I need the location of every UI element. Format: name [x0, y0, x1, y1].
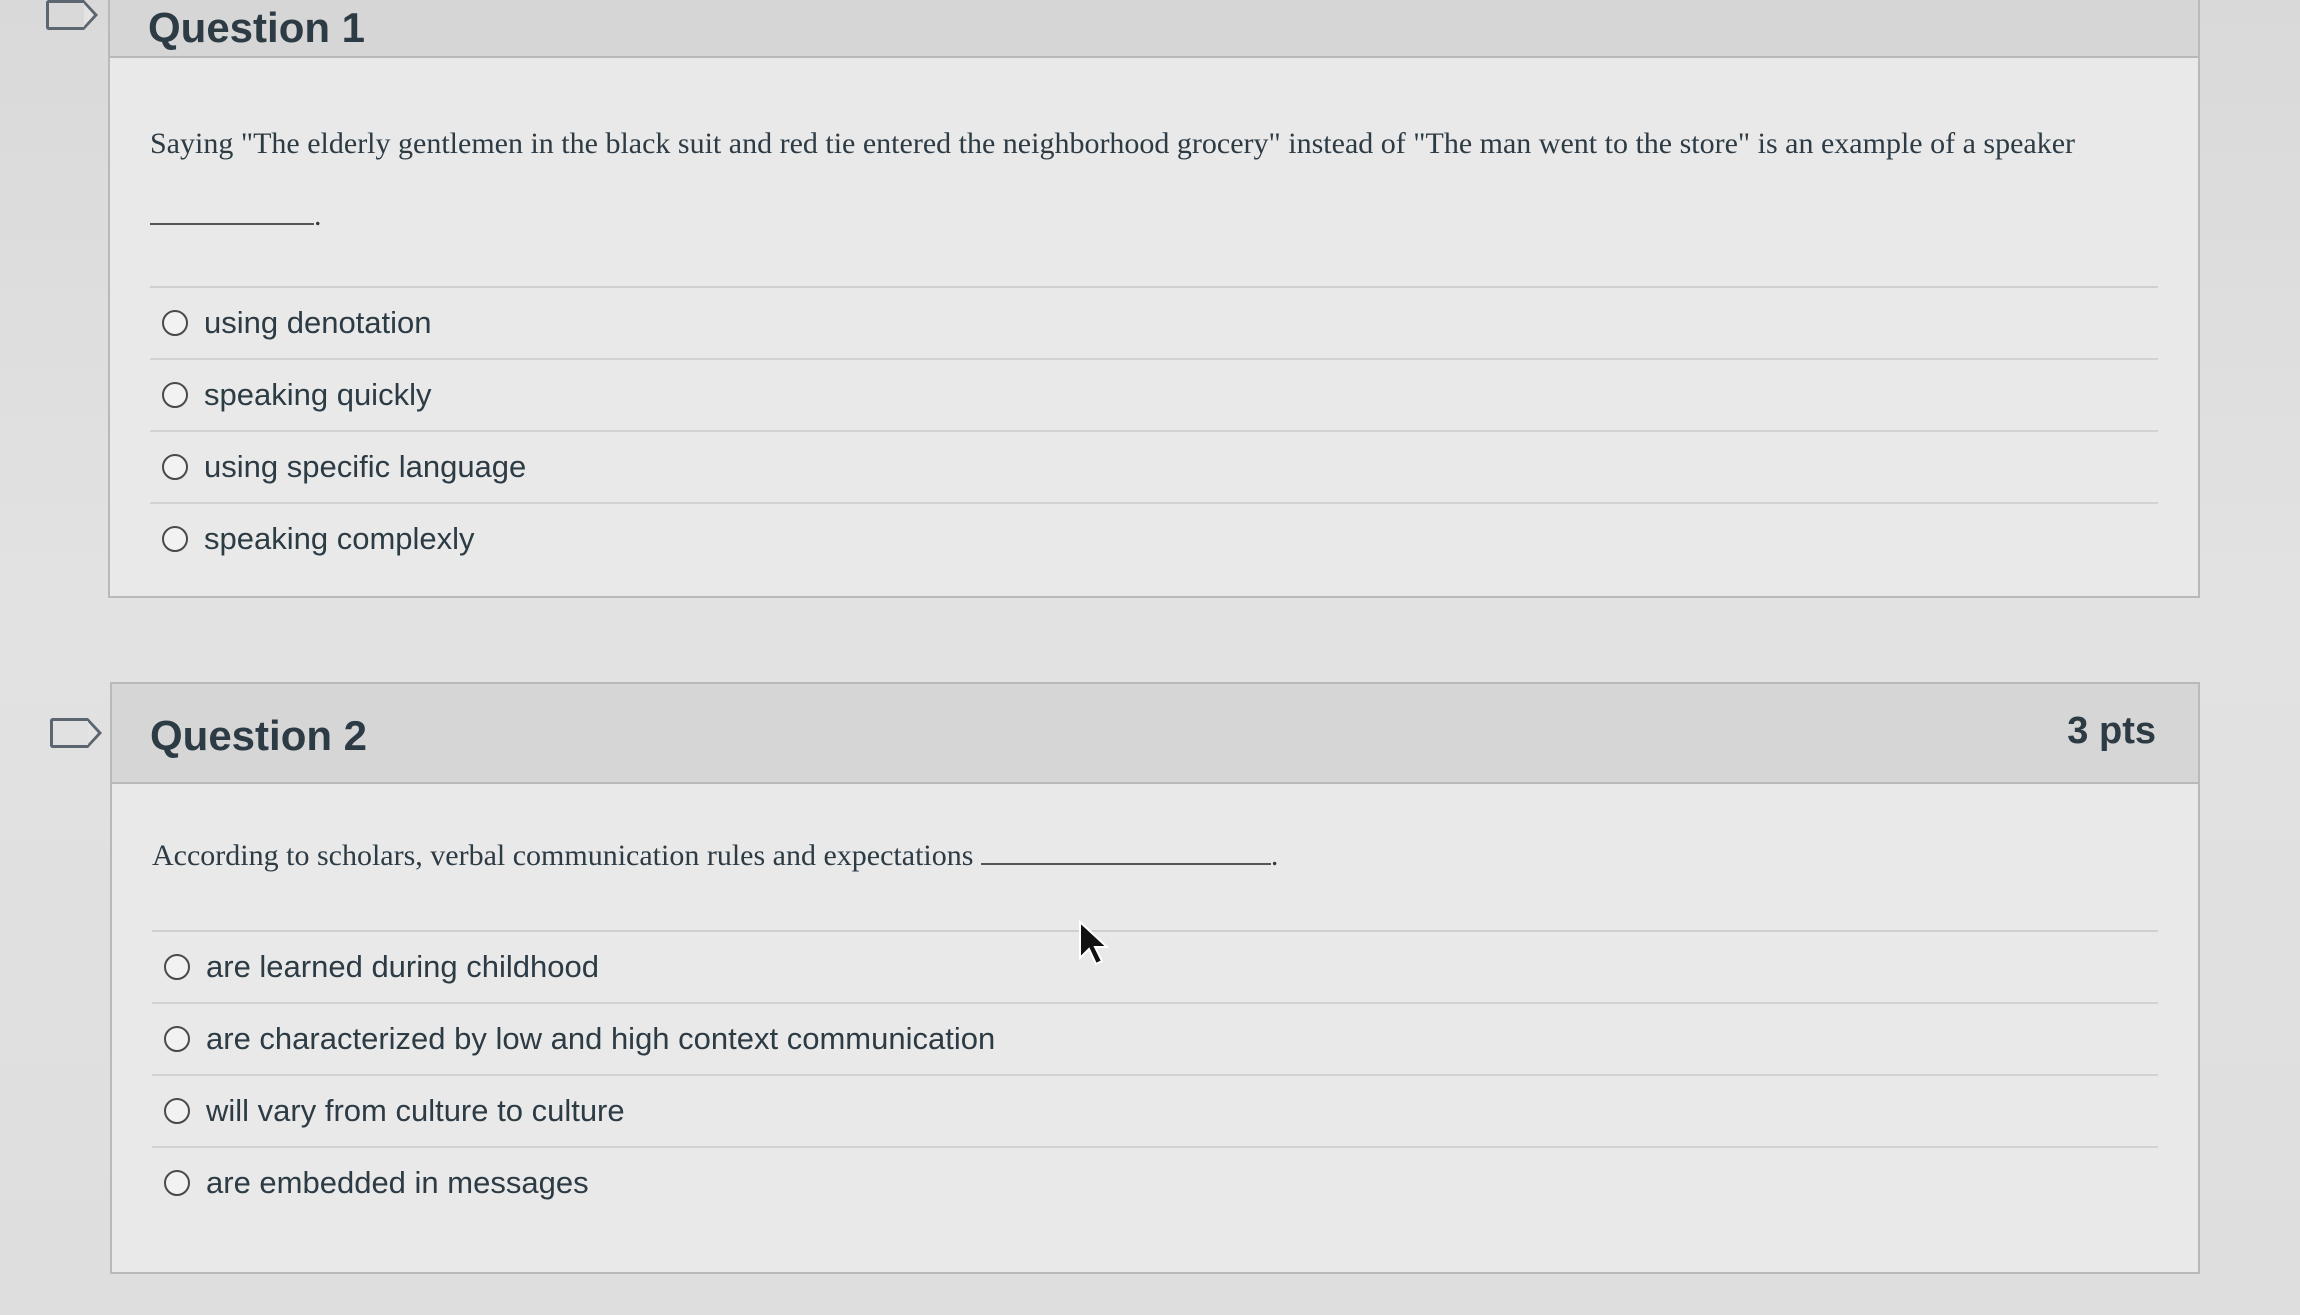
answer-label: using specific language [204, 449, 527, 484]
answer-label: will vary from culture to culture [206, 1093, 625, 1128]
question-2-answer[interactable]: are characterized by low and high contex… [152, 1004, 2158, 1076]
question-1-header: Question 1 [110, 0, 2198, 58]
mouse-pointer-icon [1079, 920, 1110, 966]
radio-button-icon[interactable] [162, 310, 188, 336]
question-2-answer[interactable]: will vary from culture to culture [152, 1076, 2158, 1148]
question-2-text: According to scholars, verbal communicat… [152, 834, 2158, 878]
question-2-period: . [1270, 839, 1279, 872]
question-1-prompt: Saying "The elderly gentlemen in the bla… [150, 127, 2076, 160]
question-1-text: Saying "The elderly gentlemen in the bla… [150, 108, 2158, 252]
radio-button-icon[interactable] [164, 1170, 190, 1196]
question-2-card: Question 2 3 pts According to scholars, … [110, 682, 2200, 1274]
question-2-blank [980, 835, 1271, 865]
answer-label: using denotation [204, 305, 432, 340]
question-1-blank [150, 195, 314, 225]
radio-button-icon[interactable] [164, 1098, 190, 1124]
question-2-answers: are learned during childhood are charact… [152, 930, 2158, 1218]
radio-button-icon[interactable] [162, 526, 188, 552]
radio-button-icon[interactable] [164, 1026, 190, 1052]
question-2-points: 3 pts [2067, 710, 2156, 752]
question-2-body: According to scholars, verbal communicat… [112, 784, 2198, 1248]
question-1-title: Question 1 [148, 4, 366, 51]
quiz-page: Question 1 Saying "The elderly gentlemen… [0, 0, 2300, 1315]
question-1-answers: using denotation speaking quickly using … [150, 286, 2158, 574]
flag-question-1-icon[interactable] [46, 0, 98, 30]
question-1-card: Question 1 Saying "The elderly gentlemen… [108, 0, 2200, 598]
question-1-answer[interactable]: speaking complexly [150, 504, 2158, 574]
answer-label: are learned during childhood [206, 949, 599, 984]
question-2-prompt: According to scholars, verbal communicat… [152, 839, 974, 872]
question-1-body: Saying "The elderly gentlemen in the bla… [110, 58, 2198, 604]
question-1-answer[interactable]: using denotation [150, 288, 2158, 360]
question-2-answer[interactable]: are embedded in messages [152, 1148, 2158, 1218]
answer-label: speaking complexly [204, 521, 475, 556]
radio-button-icon[interactable] [164, 954, 190, 980]
question-1-answer[interactable]: using specific language [150, 432, 2158, 504]
question-2-header: Question 2 3 pts [112, 684, 2198, 784]
answer-label: are embedded in messages [206, 1165, 589, 1200]
question-2-answer[interactable]: are learned during childhood [152, 932, 2158, 1004]
radio-button-icon[interactable] [162, 382, 188, 408]
question-2-title: Question 2 [150, 712, 368, 759]
question-1-answer[interactable]: speaking quickly [150, 360, 2158, 432]
radio-button-icon[interactable] [162, 454, 188, 480]
answer-label: are characterized by low and high contex… [206, 1021, 996, 1056]
flag-question-2-icon[interactable] [50, 718, 102, 748]
question-1-period: . [314, 199, 322, 232]
answer-label: speaking quickly [204, 377, 432, 412]
